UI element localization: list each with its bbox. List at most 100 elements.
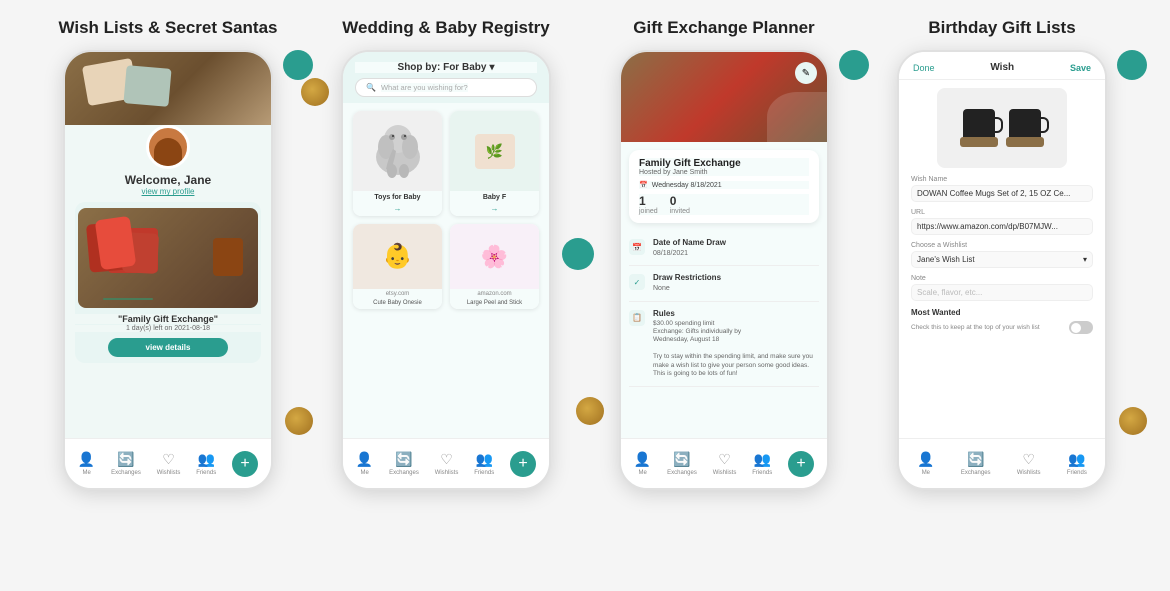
event-sub: 1 day(s) left on 2021-08-18: [75, 325, 261, 332]
product-source-amazon: amazon.com: [450, 289, 539, 299]
wishlist-select[interactable]: Jane's Wish List ▾: [911, 251, 1093, 268]
nav4-item-exchanges[interactable]: 🔄 Exchanges: [961, 451, 991, 476]
decorative-gold-circle-3: [576, 397, 604, 425]
product-card-baby[interactable]: 🌿 Baby F →: [450, 111, 539, 216]
decorative-teal-circle: [283, 50, 313, 80]
detail-content-namedraw: Date of Name Draw 08/18/2021: [653, 238, 726, 258]
note-label: Note: [911, 275, 1093, 282]
nav3-item-friends[interactable]: 👥 Friends: [752, 451, 772, 476]
nav2-exchanges-icon: 🔄: [395, 451, 412, 468]
product-card-etsy[interactable]: 👶 etsy.com Cute Baby Onesie: [353, 224, 442, 309]
nav2-item-friends[interactable]: 👥 Friends: [474, 451, 494, 476]
phone1-gift-section: "Family Gift Exchange" 1 day(s) left on …: [75, 202, 261, 363]
nav3-item-wishlists[interactable]: ♡ Wishlists: [713, 451, 737, 476]
wishlist-selected-value: Jane's Wish List: [917, 255, 975, 264]
nav4-friends-icon: 👥: [1068, 451, 1085, 468]
phone4-bottom-nav: 👤 Me 🔄 Exchanges ♡ Wishlists 👥 Friends: [899, 438, 1105, 488]
stat-joined: 1 joined: [639, 194, 658, 215]
nav3-wishlists-label: Wishlists: [713, 470, 737, 476]
detail-content-rules: Rules $30.00 spending limit Exchange: Gi…: [653, 309, 819, 379]
mug-1: [963, 109, 995, 147]
phone-screen-2: Shop by: For Baby ▾ 🔍 What are you wishi…: [341, 50, 551, 490]
nav-item-me[interactable]: 👤 Me: [78, 451, 95, 476]
phone4-product-image: [937, 88, 1067, 168]
nav4-item-me[interactable]: 👤 Me: [917, 451, 934, 476]
nav2-me-icon: 👤: [356, 451, 373, 468]
nav2-item-me[interactable]: 👤 Me: [356, 451, 373, 476]
nav4-item-friends[interactable]: 👥 Friends: [1067, 451, 1087, 476]
search-placeholder: What are you wishing for?: [381, 83, 468, 92]
phone2-topbar: Shop by: For Baby ▾ 🔍 What are you wishi…: [343, 52, 549, 103]
add-button[interactable]: +: [232, 451, 258, 477]
shop-by-label: Shop by: For Baby: [398, 62, 487, 73]
phone1-profile: Welcome, Jane view my profile: [65, 125, 271, 196]
column-title-2: Wedding & Baby Registry: [342, 18, 550, 38]
stat-joined-num: 1: [639, 194, 658, 208]
stat-joined-label: joined: [639, 208, 658, 215]
add-button-3[interactable]: +: [788, 451, 814, 477]
product-desc-etsy: Cute Baby Onesie: [353, 299, 442, 309]
nav3-friends-label: Friends: [752, 470, 772, 476]
wish-name-label: Wish Name: [911, 176, 1093, 183]
nav2-item-wishlists[interactable]: ♡ Wishlists: [435, 451, 459, 476]
save-button[interactable]: Save: [1070, 63, 1091, 73]
nav3-wishlists-icon: ♡: [718, 451, 731, 468]
phone3-edit-icon[interactable]: ✎: [795, 62, 817, 84]
nav4-item-wishlists[interactable]: ♡ Wishlists: [1017, 451, 1041, 476]
note-input[interactable]: Scale, flavor, etc...: [911, 284, 1093, 301]
nav-item-wishlists[interactable]: ♡ Wishlists: [157, 451, 181, 476]
mug-2: [1009, 109, 1041, 147]
product-image-elephant: [353, 111, 442, 191]
decorative-teal-circle-2: [562, 238, 594, 270]
check-detail-icon: ✓: [629, 274, 645, 290]
phone-screen-4: Done Wish Save: [897, 50, 1107, 490]
phone-screen-1: Welcome, Jane view my profile "Family Gi…: [63, 50, 273, 490]
nav-exchanges-icon: 🔄: [117, 451, 134, 468]
url-field: URL https://www.amazon.com/dp/B07MJW...: [911, 209, 1093, 235]
url-label: URL: [911, 209, 1093, 216]
product-card-toys[interactable]: Toys for Baby →: [353, 111, 442, 216]
mug-bottom-1: [960, 137, 998, 147]
nav3-item-exchanges[interactable]: 🔄 Exchanges: [667, 451, 697, 476]
nav4-exchanges-icon: 🔄: [967, 451, 984, 468]
wish-name-field: Wish Name DOWAN Coffee Mugs Set of 2, 15…: [911, 176, 1093, 202]
phone3-details: 📅 Date of Name Draw 08/18/2021 ✓ Draw Re…: [621, 231, 827, 446]
phone2-products-row2: 👶 etsy.com Cute Baby Onesie 🌸 amazon.com…: [343, 224, 549, 317]
user-avatar: [146, 125, 190, 169]
mugs-container: [963, 109, 1041, 147]
phone2-bottom-nav: 👤 Me 🔄 Exchanges ♡ Wishlists 👥 Friends +: [343, 438, 549, 488]
nav2-wishlists-label: Wishlists: [435, 470, 459, 476]
event-date-row: 📅 Wednesday 8/18/2021: [639, 181, 809, 189]
nav3-exchanges-icon: 🔄: [673, 451, 690, 468]
stat-invited-label: invited: [670, 208, 690, 215]
phone-screen-3: ✎ Family Gift Exchange Hosted by Jane Sm…: [619, 50, 829, 490]
profile-link[interactable]: view my profile: [142, 187, 195, 196]
column-title-3: Gift Exchange Planner: [633, 18, 814, 38]
shop-by-selector[interactable]: Shop by: For Baby ▾: [355, 62, 537, 73]
nav-item-friends[interactable]: 👥 Friends: [196, 451, 216, 476]
detail-val-rules: $30.00 spending limit Exchange: Gifts in…: [653, 320, 819, 379]
nav-friends-label: Friends: [196, 470, 216, 476]
nav4-exchanges-label: Exchanges: [961, 470, 991, 476]
nav-item-exchanges[interactable]: 🔄 Exchanges: [111, 451, 141, 476]
nav2-item-exchanges[interactable]: 🔄 Exchanges: [389, 451, 419, 476]
product-arrow-1: →: [353, 204, 442, 216]
add-button-2[interactable]: +: [510, 451, 536, 477]
done-button[interactable]: Done: [913, 63, 935, 73]
phone3-event-card: Family Gift Exchange Hosted by Jane Smit…: [629, 150, 819, 223]
view-details-button[interactable]: view details: [108, 338, 228, 357]
product-card-amazon[interactable]: 🌸 amazon.com Large Peel and Stick: [450, 224, 539, 309]
product-label-toys: Toys for Baby: [353, 191, 442, 204]
phone1-gift-image: [78, 208, 258, 308]
search-bar[interactable]: 🔍 What are you wishing for?: [355, 78, 537, 97]
detail-row-restrictions: ✓ Draw Restrictions None: [629, 266, 819, 301]
most-wanted-toggle[interactable]: [1069, 321, 1093, 334]
url-value[interactable]: https://www.amazon.com/dp/B07MJW...: [911, 218, 1093, 235]
phone4-form: Wish Name DOWAN Coffee Mugs Set of 2, 15…: [899, 176, 1105, 401]
nav3-exchanges-label: Exchanges: [667, 470, 697, 476]
nav-exchanges-label: Exchanges: [111, 470, 141, 476]
nav3-item-me[interactable]: 👤 Me: [634, 451, 651, 476]
most-wanted-toggle-row: Check this to keep at the top of your wi…: [911, 321, 1093, 334]
wish-name-value[interactable]: DOWAN Coffee Mugs Set of 2, 15 OZ Ce...: [911, 185, 1093, 202]
detail-val-namedraw: 08/18/2021: [653, 249, 726, 258]
